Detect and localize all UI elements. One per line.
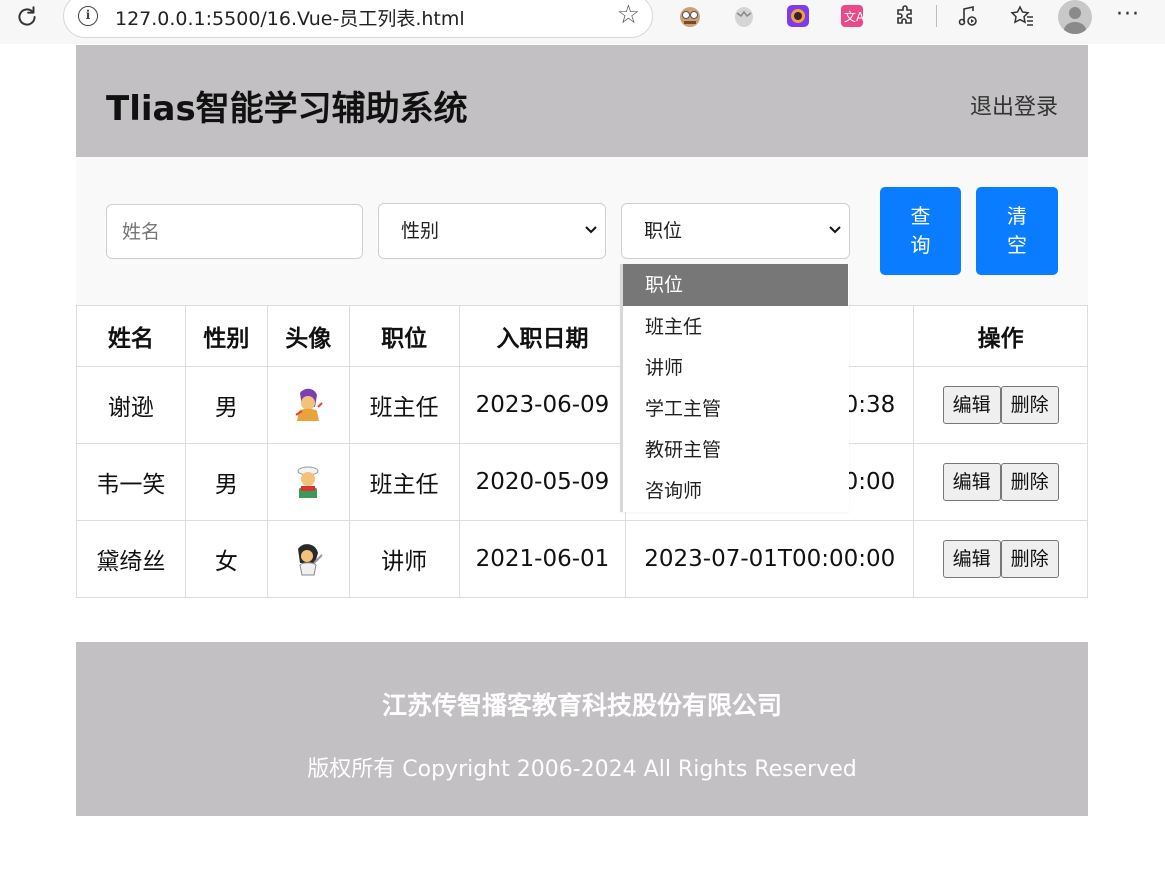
query-button[interactable]: 查 询	[880, 187, 961, 275]
clear-button[interactable]: 清 空	[976, 187, 1058, 275]
avatar-cell	[266, 520, 350, 598]
job-option-lecturer[interactable]: 讲师	[623, 347, 849, 388]
job-option-all[interactable]: 职位	[623, 264, 848, 306]
column-header: 操作	[913, 305, 1088, 367]
profile-avatar[interactable]	[1058, 0, 1092, 34]
extension-egg-icon[interactable]	[730, 2, 758, 30]
delete-button[interactable]: 删除	[1000, 386, 1059, 424]
company-name: 江苏传智播客教育科技股份有限公司	[381, 691, 782, 720]
clear-button-label-2: 空	[1007, 233, 1027, 257]
favorites-icon[interactable]	[1008, 2, 1036, 30]
media-control-icon[interactable]	[954, 2, 982, 30]
extension-color-icon[interactable]	[784, 2, 812, 30]
avatar	[295, 388, 323, 421]
actions-cell: 编辑 删除	[913, 366, 1088, 444]
actions-cell: 编辑 删除	[913, 443, 1088, 521]
avatar-cell	[266, 443, 350, 521]
extensions-puzzle-icon[interactable]	[892, 2, 920, 30]
job-option-teaching-research[interactable]: 教研主管	[623, 429, 849, 470]
job-select-value: 职位	[644, 220, 683, 242]
clear-button-label-1: 清	[1007, 204, 1027, 228]
name-search-input[interactable]	[106, 204, 363, 259]
gender-select[interactable]: 性别	[378, 203, 606, 259]
more-menu-icon[interactable]: ···	[1116, 2, 1140, 27]
delete-button[interactable]: 删除	[1000, 463, 1059, 501]
employee-entry-date: 2021-06-01	[458, 520, 627, 598]
extension-translate-icon[interactable]: 文A	[838, 2, 866, 30]
table-header-row: 姓名 性别 头像 职位 入职日期 最后操作时间 操作	[76, 305, 1088, 367]
job-select[interactable]: 职位	[621, 203, 850, 259]
employee-gender: 女	[184, 520, 268, 598]
address-bar[interactable]: i 127.0.0.1:5500/16.Vue-员工列表.html ☆	[63, 0, 653, 38]
employee-gender: 男	[184, 443, 268, 521]
avatar	[298, 544, 323, 576]
favorite-star-icon[interactable]: ☆	[617, 2, 640, 28]
employee-name: 黛绮丝	[76, 520, 186, 598]
job-option-consultant[interactable]: 咨询师	[623, 470, 849, 511]
actions-cell: 编辑 删除	[913, 520, 1088, 598]
column-header: 入职日期	[458, 305, 627, 367]
avatar	[297, 466, 319, 498]
employee-name: 韦一笑	[76, 443, 186, 521]
avatar-cell	[266, 366, 350, 444]
page-footer: 江苏传智播客教育科技股份有限公司 版权所有 Copyright 2006-202…	[76, 642, 1088, 816]
edit-button[interactable]: 编辑	[942, 463, 1001, 501]
column-header: 职位	[348, 305, 460, 367]
column-header: 性别	[184, 305, 268, 367]
svg-text:文A: 文A	[844, 9, 865, 24]
edit-button[interactable]: 编辑	[942, 540, 1001, 578]
employee-job: 班主任	[348, 443, 460, 521]
job-option-student-affairs[interactable]: 学工主管	[623, 388, 849, 429]
employee-gender: 男	[184, 366, 268, 444]
employee-table: 姓名 性别 头像 职位 入职日期 最后操作时间 操作 谢逊 男 班主任 2023…	[76, 305, 1088, 598]
job-option-class-teacher[interactable]: 班主任	[623, 306, 849, 347]
query-button-label-1: 查	[910, 204, 931, 228]
edit-button[interactable]: 编辑	[942, 386, 1001, 424]
reload-icon[interactable]	[14, 4, 40, 30]
employee-entry-date: 2023-06-09	[458, 366, 627, 444]
column-header: 头像	[266, 305, 350, 367]
employee-job: 班主任	[348, 366, 460, 444]
app-title: Tlias智能学习辅助系统	[106, 89, 468, 129]
employee-update-time: 2023-07-01T00:00:00	[625, 520, 915, 598]
employee-job: 讲师	[348, 520, 460, 598]
column-header: 姓名	[76, 305, 186, 367]
chevron-down-icon	[585, 226, 597, 234]
search-form: 性别 职位 查 询 清 空	[76, 157, 1088, 305]
toolbar-separator	[936, 5, 937, 27]
extension-face-icon[interactable]	[676, 2, 704, 30]
query-button-label-2: 询	[910, 233, 931, 257]
url-text[interactable]: 127.0.0.1:5500/16.Vue-员工列表.html	[115, 4, 465, 31]
table-row: 谢逊 男 班主任 2023-06-09 2023-07-01T00:00:38 …	[76, 366, 1088, 444]
logout-link[interactable]: 退出登录	[970, 89, 1058, 121]
employee-entry-date: 2020-05-09	[458, 443, 627, 521]
table-row: 黛绮丝 女 讲师 2021-06-01 2023-07-01T00:00:00 …	[76, 520, 1088, 598]
site-info-icon[interactable]: i	[78, 6, 98, 26]
delete-button[interactable]: 删除	[1000, 540, 1059, 578]
app-header: Tlias智能学习辅助系统 退出登录	[76, 45, 1088, 157]
browser-toolbar: i 127.0.0.1:5500/16.Vue-员工列表.html ☆ 文A ·…	[0, 0, 1165, 44]
table-row: 韦一笑 男 班主任 2020-05-09 2023-07-01T00:00:00…	[76, 443, 1088, 521]
copyright-text: 版权所有 Copyright 2006-2024 All Rights Rese…	[307, 757, 857, 782]
chevron-down-icon	[829, 226, 841, 234]
employee-name: 谢逊	[76, 366, 186, 444]
gender-select-value: 性别	[401, 220, 440, 242]
job-dropdown-list: 职位 班主任 讲师 学工主管 教研主管 咨询师	[620, 264, 849, 512]
